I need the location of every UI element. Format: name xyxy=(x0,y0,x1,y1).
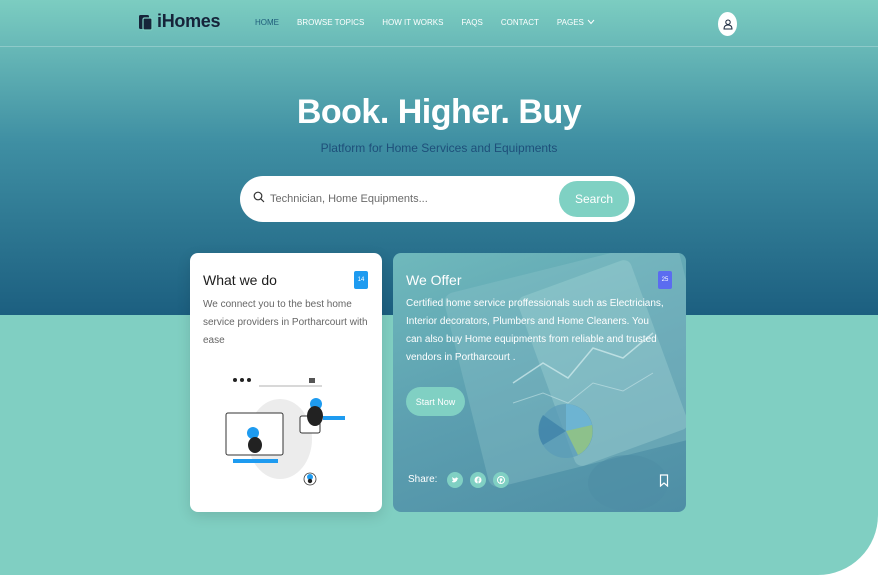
what-we-do-badge: 14 xyxy=(354,271,368,289)
brand-logo[interactable]: iHomes xyxy=(138,11,221,32)
what-we-do-text: We connect you to the best home service … xyxy=(203,299,368,346)
we-offer-text: Certified home service proffessionals su… xyxy=(406,298,664,363)
search-input[interactable] xyxy=(270,189,550,209)
chevron-down-icon xyxy=(587,19,595,25)
nav-item-home[interactable]: HOME xyxy=(255,18,279,27)
we-offer-badge: 25 xyxy=(658,271,672,289)
nav-links: HOME BROWSE TOPICS HOW IT WORKS FAQS CON… xyxy=(255,18,613,27)
search-button[interactable]: Search xyxy=(559,181,629,217)
connect-illustration xyxy=(225,378,345,486)
hero-subtitle: Platform for Home Services and Equipment… xyxy=(320,141,558,155)
bookmark-icon[interactable] xyxy=(659,474,669,487)
logo-icon xyxy=(139,14,153,31)
user-icon xyxy=(722,19,733,29)
twitter-icon xyxy=(452,477,459,483)
nav-item-contact[interactable]: CONTACT xyxy=(501,18,539,27)
what-we-do-title: What we do xyxy=(203,272,277,288)
search-bar: Search xyxy=(240,176,635,222)
what-we-do-card: What we do 14 We connect you to the best… xyxy=(190,253,382,512)
navbar: iHomes HOME BROWSE TOPICS HOW IT WORKS F… xyxy=(0,0,878,47)
nav-item-faqs[interactable]: FAQS xyxy=(461,18,482,27)
user-account-button[interactable] xyxy=(718,12,737,36)
twitter-share-button[interactable] xyxy=(447,472,463,488)
we-offer-title: We Offer xyxy=(406,272,462,288)
start-now-button[interactable]: Start Now xyxy=(406,387,465,416)
we-offer-card: We Offer 25 Certified home service proff… xyxy=(393,253,686,512)
pinterest-share-button[interactable] xyxy=(493,472,509,488)
share-label: Share: xyxy=(408,474,438,485)
nav-item-how-it-works[interactable]: HOW IT WORKS xyxy=(382,18,443,27)
hero-title: Book. Higher. Buy xyxy=(296,93,582,131)
nav-item-browse-topics[interactable]: BROWSE TOPICS xyxy=(297,18,364,27)
brand-name: iHomes xyxy=(157,11,221,31)
facebook-icon xyxy=(474,476,482,484)
nav-item-pages[interactable]: PAGES xyxy=(557,18,595,27)
search-icon xyxy=(253,191,265,203)
pinterest-icon xyxy=(497,476,505,484)
nav-item-pages-label: PAGES xyxy=(556,18,584,27)
facebook-share-button[interactable] xyxy=(470,472,486,488)
